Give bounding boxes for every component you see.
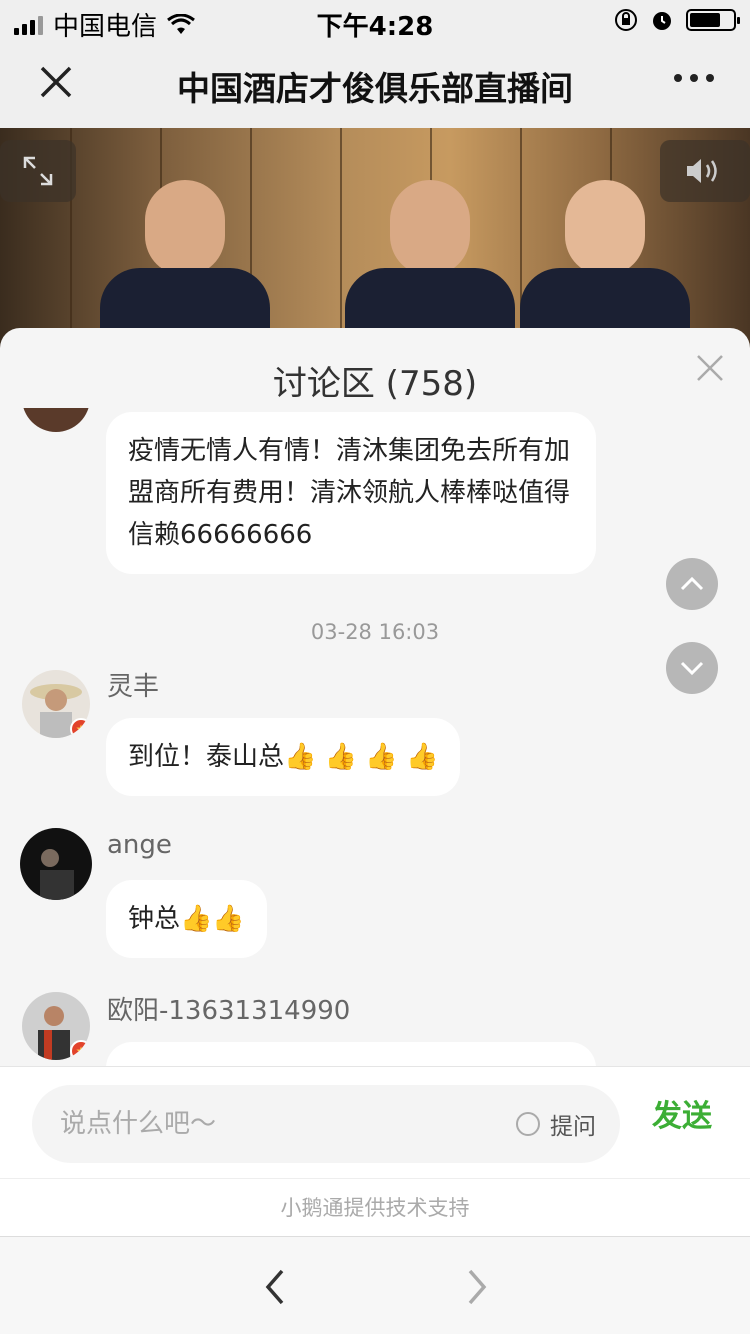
comment-input[interactable] [60, 1085, 460, 1163]
thumbs-up-icon: 👍 [405, 742, 439, 772]
fullscreen-button[interactable] [0, 140, 76, 202]
user-name: 灵丰 [107, 672, 160, 702]
message-bubble: 钟总👍👍 [106, 880, 267, 958]
status-bar: 中国电信 下午4:28 [0, 0, 750, 42]
video-person [345, 180, 515, 348]
send-button[interactable]: 发送 [652, 1091, 712, 1135]
volume-button[interactable] [660, 140, 750, 202]
message-bubble [106, 1042, 596, 1068]
video-person [520, 180, 690, 348]
video-person [100, 180, 270, 348]
battery-icon [686, 9, 740, 31]
forward-arrow-icon[interactable] [462, 1267, 492, 1307]
scroll-down-button[interactable] [666, 642, 718, 694]
close-icon[interactable] [696, 354, 724, 382]
avatar-image [40, 849, 74, 900]
browser-toolbar [0, 1236, 750, 1334]
more-menu-icon[interactable] [674, 74, 714, 82]
ask-question-toggle[interactable]: 提问 [516, 1107, 596, 1141]
alarm-icon [653, 12, 671, 30]
message-list[interactable]: 疫情无情人有情！清沐集团免去所有加盟商所有费用！清沐领航人棒棒哒值得信赖6666… [0, 408, 750, 1068]
thumbs-up-icon: 👍 [365, 742, 398, 772]
close-icon[interactable] [36, 62, 76, 102]
user-name: 欧阳-13631314990 [107, 996, 351, 1026]
radio-icon [516, 1112, 540, 1136]
thumbs-up-icon: 👍 [284, 742, 317, 772]
input-bar: 提问 发送 [0, 1066, 750, 1178]
avatar[interactable] [20, 828, 92, 900]
ask-label: 提问 [550, 1114, 596, 1140]
thumbs-up-icon: 👍 [324, 742, 358, 772]
expand-icon [23, 156, 53, 186]
tech-support-text: 小鹅通提供技术支持 [0, 1178, 750, 1236]
scroll-up-button[interactable] [666, 558, 718, 610]
message-bubble: 疫情无情人有情！清沐集团免去所有加盟商所有费用！清沐领航人棒棒哒值得信赖6666… [106, 412, 596, 574]
user-name: ange [107, 830, 172, 860]
chevron-down-icon [680, 661, 704, 676]
rotation-lock-icon [615, 9, 637, 31]
back-arrow-icon[interactable] [260, 1267, 290, 1307]
avatar[interactable]: ★ [22, 670, 90, 738]
discussion-title: 讨论区 (758) [272, 364, 478, 404]
chevron-up-icon [680, 576, 704, 591]
speaker-icon [687, 159, 717, 183]
avatar[interactable]: ★ [22, 992, 90, 1060]
navbar: 中国酒店才俊俱乐部直播间 [0, 40, 750, 128]
message-timestamp: 03-28 16:03 [310, 620, 440, 644]
live-video[interactable] [0, 128, 750, 348]
discussion-panel: 讨论区 (758) 疫情无情人有情！清沐集团免去所有加盟商所有费用！清沐领航人棒… [0, 328, 750, 1334]
page-title: 中国酒店才俊俱乐部直播间 [177, 69, 573, 108]
message-bubble: 到位！泰山总👍 👍 👍 👍 [106, 718, 461, 796]
thumbs-up-icon: 👍 [180, 904, 213, 934]
thumbs-up-icon: 👍 [212, 904, 245, 934]
comment-input-container: 提问 [32, 1085, 620, 1163]
avatar[interactable] [22, 408, 90, 432]
